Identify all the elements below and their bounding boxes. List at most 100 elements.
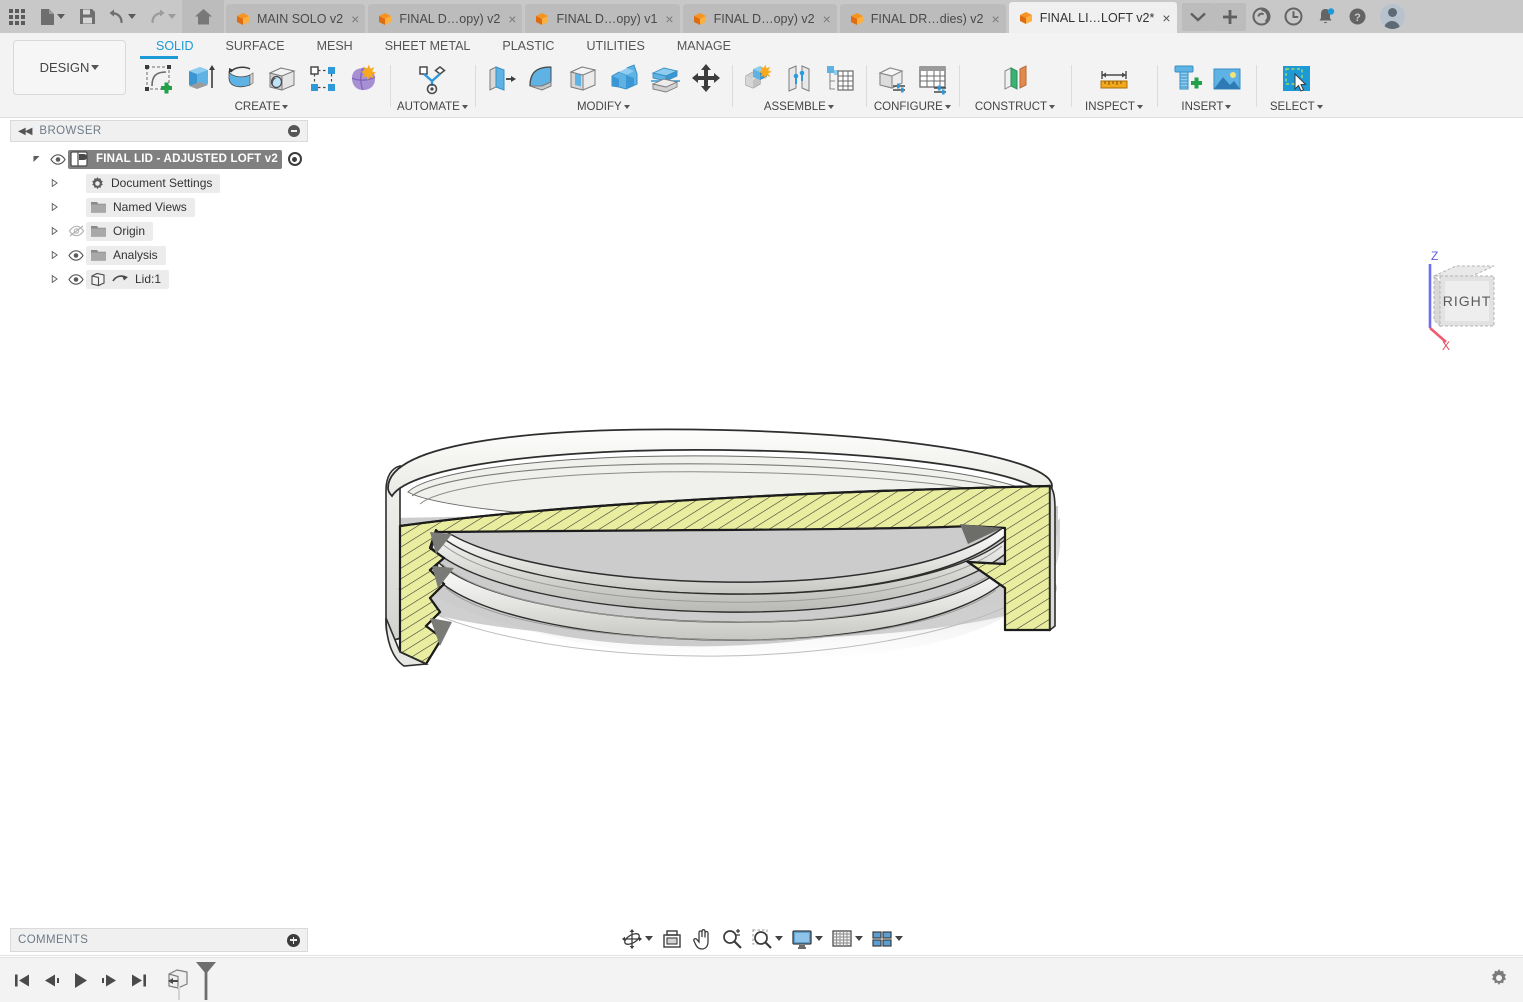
fit-button[interactable]	[748, 926, 786, 952]
create-form-button[interactable]	[345, 60, 383, 98]
tab-overflow-chevron-icon[interactable]	[1181, 2, 1214, 31]
document-tab[interactable]: FINAL D…opy) v1 ×	[525, 4, 680, 33]
expand-arrow-icon[interactable]	[50, 223, 66, 239]
ribbon-tab-surface[interactable]: SURFACE	[210, 33, 301, 59]
combine-button[interactable]	[605, 60, 643, 98]
tree-node-document-settings[interactable]: Document Settings	[10, 171, 308, 195]
tree-node-analysis-pill[interactable]: Analysis	[86, 245, 166, 265]
go-to-beginning-button[interactable]	[10, 965, 35, 995]
grid-snaps-button[interactable]	[828, 926, 866, 952]
timeline-feature-loft[interactable]	[165, 960, 216, 1000]
tree-node-lid[interactable]: Lid:1	[10, 267, 308, 291]
extensions-button[interactable]	[1246, 2, 1278, 32]
undo-button[interactable]	[102, 2, 142, 32]
add-comment-icon[interactable]	[287, 933, 300, 947]
configuration-table-button[interactable]	[914, 60, 952, 98]
create-sketch-button[interactable]	[140, 56, 178, 98]
workspace-switcher[interactable]: DESIGN	[13, 40, 126, 95]
look-at-button[interactable]	[658, 926, 686, 952]
play-button[interactable]	[68, 965, 93, 995]
tree-node-root-pill[interactable]: FINAL LID - ADJUSTED LOFT v2	[68, 149, 282, 169]
viewcube-top-face[interactable]	[1433, 265, 1495, 277]
document-tab[interactable]: MAIN SOLO v2 ×	[226, 4, 366, 33]
app-grid-icon[interactable]	[2, 2, 32, 32]
canvas-button[interactable]	[1208, 60, 1246, 98]
ribbon-tab-utilities[interactable]: UTILITIES	[570, 33, 660, 59]
orbit-button[interactable]	[618, 926, 656, 952]
home-button[interactable]	[182, 0, 224, 33]
expand-arrow-icon[interactable]	[32, 151, 48, 167]
collapse-icon[interactable]: ◀◀	[18, 126, 32, 137]
split-body-button[interactable]	[646, 60, 684, 98]
panel-label-automate[interactable]: AUTOMATE	[397, 99, 468, 115]
insert-mcmaster-carr-button[interactable]	[1167, 60, 1205, 98]
new-design-tab-button[interactable]	[1213, 2, 1246, 31]
save-button[interactable]	[72, 2, 102, 32]
activate-component-radio[interactable]	[287, 152, 302, 166]
viewports-button[interactable]	[868, 926, 906, 952]
display-settings-button[interactable]	[788, 926, 826, 952]
viewcube-left-face[interactable]	[1433, 274, 1441, 328]
redo-button[interactable]	[142, 2, 182, 32]
ribbon-tab-mesh[interactable]: MESH	[301, 33, 369, 59]
measure-button[interactable]	[1095, 60, 1133, 98]
timeline-settings-button[interactable]	[1489, 968, 1509, 993]
comments-panel[interactable]: COMMENTS	[10, 928, 308, 952]
tree-node-document-settings-pill[interactable]: Document Settings	[86, 173, 221, 193]
go-to-end-button[interactable]	[126, 965, 151, 995]
panel-label-inspect[interactable]: INSPECT	[1085, 99, 1143, 115]
document-tab[interactable]: FINAL D…opy) v2 ×	[368, 4, 523, 33]
viewcube[interactable]: Z X RIGHT	[1428, 249, 1495, 353]
move-copy-button[interactable]	[687, 60, 725, 98]
tree-node-lid-pill[interactable]: Lid:1	[86, 269, 170, 289]
notifications-button[interactable]	[1310, 2, 1342, 32]
joint-button[interactable]	[780, 60, 818, 98]
revolve-button[interactable]	[222, 60, 260, 98]
ribbon-tab-sheet-metal[interactable]: SHEET METAL	[369, 33, 487, 59]
tree-node-named-views-pill[interactable]: Named Views	[86, 197, 195, 217]
recent-button[interactable]	[1278, 2, 1310, 32]
select-button[interactable]	[1277, 60, 1315, 98]
document-tab[interactable]: FINAL DR…dies) v2 ×	[839, 4, 1006, 33]
visibility-eye-icon[interactable]	[66, 249, 86, 261]
visibility-eye-off-icon[interactable]	[66, 225, 86, 237]
shell-button[interactable]	[564, 60, 602, 98]
close-icon[interactable]: ×	[508, 12, 516, 26]
fillet-button[interactable]	[523, 60, 561, 98]
extrude-button[interactable]	[181, 60, 219, 98]
panel-label-configure[interactable]: CONFIGURE	[874, 99, 951, 115]
document-tab[interactable]: FINAL D…opy) v2 ×	[682, 4, 837, 33]
close-icon[interactable]: ×	[1162, 11, 1170, 25]
close-icon[interactable]: ×	[351, 12, 359, 26]
pan-button[interactable]	[688, 926, 716, 952]
new-component-button[interactable]	[739, 60, 777, 98]
tree-node-origin-pill[interactable]: Origin	[86, 221, 154, 241]
bill-of-materials-button[interactable]	[821, 60, 859, 98]
tree-node-root[interactable]: FINAL LID - ADJUSTED LOFT v2	[10, 147, 308, 171]
expand-arrow-icon[interactable]	[50, 199, 66, 215]
document-tab-active[interactable]: FINAL LI…LOFT v2* ×	[1008, 2, 1177, 33]
help-button[interactable]: ?	[1342, 2, 1374, 32]
panel-label-modify[interactable]: MODIFY	[577, 99, 630, 115]
step-forward-button[interactable]	[97, 965, 122, 995]
panel-label-construct[interactable]: CONSTRUCT	[975, 99, 1056, 115]
new-file-button[interactable]	[32, 2, 72, 32]
expand-arrow-icon[interactable]	[50, 175, 66, 191]
close-icon[interactable]: ×	[992, 12, 1000, 26]
visibility-eye-icon[interactable]	[48, 153, 68, 165]
step-back-button[interactable]	[39, 965, 64, 995]
tree-node-named-views[interactable]: Named Views	[10, 195, 308, 219]
ribbon-tab-manage[interactable]: MANAGE	[661, 33, 747, 59]
tree-node-analysis[interactable]: Analysis	[10, 243, 308, 267]
press-pull-button[interactable]	[482, 60, 520, 98]
create-configuration-button[interactable]	[873, 60, 911, 98]
panel-label-insert[interactable]: INSERT	[1181, 99, 1232, 115]
visibility-eye-icon[interactable]	[66, 273, 86, 285]
ribbon-tab-plastic[interactable]: PLASTIC	[486, 33, 570, 59]
offset-plane-button[interactable]	[996, 60, 1034, 98]
panel-label-assemble[interactable]: ASSEMBLE	[764, 99, 834, 115]
hole-button[interactable]	[263, 60, 301, 98]
close-icon[interactable]: ×	[665, 12, 673, 26]
zoom-button[interactable]	[718, 926, 746, 952]
panel-label-create[interactable]: CREATE	[235, 99, 289, 115]
